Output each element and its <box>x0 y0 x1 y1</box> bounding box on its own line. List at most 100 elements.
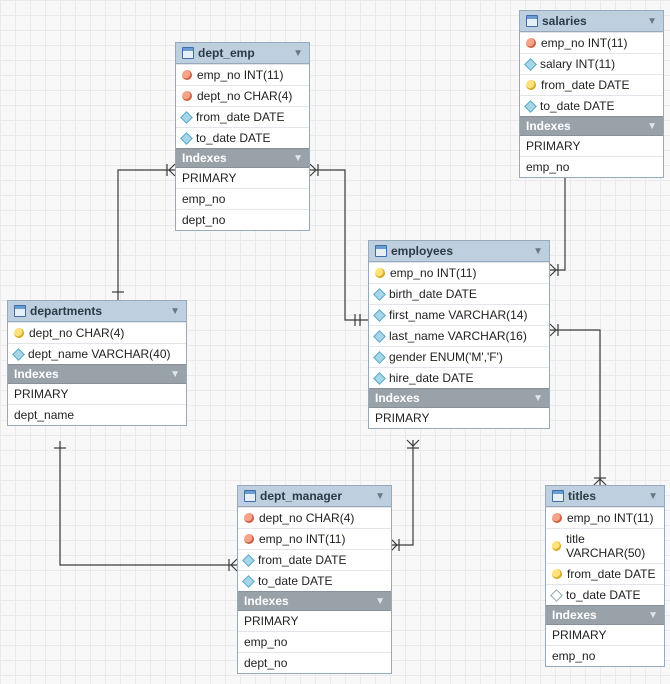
column-row: from_date DATE <box>520 74 663 95</box>
column-row: emp_no INT(11) <box>546 507 664 528</box>
table-title: dept_emp <box>198 46 255 60</box>
column-label: first_name VARCHAR(14) <box>389 308 527 322</box>
index-row: PRIMARY <box>176 168 309 188</box>
column-label: birth_date DATE <box>389 287 477 301</box>
chevron-down-icon: ▼ <box>533 246 543 257</box>
indexes-header[interactable]: Indexes ▼ <box>520 116 663 136</box>
table-title: employees <box>391 244 453 258</box>
column-label: emp_no INT(11) <box>390 266 476 280</box>
column-icon <box>373 351 386 364</box>
index-row: PRIMARY <box>546 625 664 645</box>
column-label: dept_name VARCHAR(40) <box>28 347 171 361</box>
table-header[interactable]: dept_manager ▼ <box>238 486 391 507</box>
pk-key-icon <box>552 541 561 551</box>
chevron-down-icon: ▼ <box>170 306 180 317</box>
column-row: emp_no INT(11) <box>369 262 549 283</box>
column-label: emp_no INT(11) <box>197 68 283 82</box>
table-header[interactable]: dept_emp ▼ <box>176 43 309 64</box>
indexes-header[interactable]: Indexes▼ <box>176 148 309 168</box>
column-label: from_date DATE <box>258 553 346 567</box>
column-label: last_name VARCHAR(16) <box>389 329 527 343</box>
fk-key-icon <box>526 38 536 48</box>
column-row: birth_date DATE <box>369 283 549 304</box>
chevron-down-icon: ▼ <box>375 596 385 607</box>
table-header[interactable]: titles ▼ <box>546 486 664 507</box>
table-header[interactable]: salaries ▼ <box>520 11 663 32</box>
indexes-header[interactable]: Indexes▼ <box>369 388 549 408</box>
column-label: salary INT(11) <box>540 57 615 71</box>
chevron-down-icon: ▼ <box>293 48 303 59</box>
fk-key-icon <box>244 534 254 544</box>
table-icon <box>526 15 538 27</box>
table-header[interactable]: departments ▼ <box>8 301 186 322</box>
column-row: salary INT(11) <box>520 53 663 74</box>
column-label: from_date DATE <box>567 567 655 581</box>
indexes-header[interactable]: Indexes ▼ <box>546 605 664 625</box>
column-row: to_date DATE <box>176 127 309 148</box>
chevron-down-icon: ▼ <box>647 16 657 27</box>
table-icon <box>14 305 26 317</box>
table-departments[interactable]: departments ▼ dept_no CHAR(4) dept_name … <box>7 300 187 426</box>
index-row: PRIMARY <box>369 408 549 428</box>
column-icon <box>524 58 537 71</box>
column-label: from_date DATE <box>541 78 629 92</box>
column-row: to_date DATE <box>520 95 663 116</box>
table-title: departments <box>30 304 102 318</box>
column-icon <box>373 288 386 301</box>
chevron-down-icon: ▼ <box>648 491 658 502</box>
pk-key-icon <box>14 328 24 338</box>
column-row: emp_no INT(11) <box>238 528 391 549</box>
indexes-header[interactable]: Indexes ▼ <box>8 364 186 384</box>
indexes-label: Indexes <box>14 367 59 381</box>
table-title: titles <box>568 489 596 503</box>
index-row: dept_no <box>238 652 391 673</box>
column-label: emp_no INT(11) <box>259 532 345 546</box>
column-label: gender ENUM('M','F') <box>389 350 503 364</box>
column-row: first_name VARCHAR(14) <box>369 304 549 325</box>
chevron-down-icon: ▼ <box>648 610 658 621</box>
index-row: emp_no <box>520 156 663 177</box>
indexes-label: Indexes <box>375 391 420 405</box>
chevron-down-icon: ▼ <box>170 369 180 380</box>
table-title: dept_manager <box>260 489 342 503</box>
column-row: title VARCHAR(50) <box>546 528 664 563</box>
table-icon <box>375 245 387 257</box>
table-icon <box>182 47 194 59</box>
column-icon <box>550 589 563 602</box>
table-dept-manager[interactable]: dept_manager ▼ dept_no CHAR(4) emp_no IN… <box>237 485 392 674</box>
column-label: to_date DATE <box>566 588 640 602</box>
column-icon <box>180 132 193 145</box>
fk-key-icon <box>182 70 192 80</box>
column-label: to_date DATE <box>196 131 270 145</box>
column-label: dept_no CHAR(4) <box>197 89 292 103</box>
column-row: dept_no CHAR(4) <box>238 507 391 528</box>
column-label: title VARCHAR(50) <box>566 532 658 560</box>
indexes-label: Indexes <box>182 151 227 165</box>
table-dept-emp[interactable]: dept_emp ▼ emp_no INT(11) dept_no CHAR(4… <box>175 42 310 231</box>
table-salaries[interactable]: salaries ▼ emp_no INT(11) salary INT(11)… <box>519 10 664 178</box>
column-row: from_date DATE <box>238 549 391 570</box>
indexes-label: Indexes <box>244 594 289 608</box>
column-row: from_date DATE <box>546 563 664 584</box>
table-employees[interactable]: employees ▼ emp_no INT(11) birth_date DA… <box>368 240 550 429</box>
index-row: emp_no <box>546 645 664 666</box>
column-icon <box>373 330 386 343</box>
column-row: gender ENUM('M','F') <box>369 346 549 367</box>
chevron-down-icon: ▼ <box>647 121 657 132</box>
table-titles[interactable]: titles ▼ emp_no INT(11) title VARCHAR(50… <box>545 485 665 667</box>
index-row: dept_name <box>8 404 186 425</box>
index-row: emp_no <box>238 631 391 652</box>
indexes-label: Indexes <box>552 608 597 622</box>
column-row: hire_date DATE <box>369 367 549 388</box>
indexes-label: Indexes <box>526 119 571 133</box>
column-icon <box>12 348 25 361</box>
fk-key-icon <box>552 513 562 523</box>
index-row: dept_no <box>176 209 309 230</box>
column-label: from_date DATE <box>196 110 284 124</box>
indexes-header[interactable]: Indexes ▼ <box>238 591 391 611</box>
pk-key-icon <box>375 268 385 278</box>
index-row: PRIMARY <box>8 384 186 404</box>
table-header[interactable]: employees ▼ <box>369 241 549 262</box>
chevron-down-icon: ▼ <box>375 491 385 502</box>
column-icon <box>373 372 386 385</box>
